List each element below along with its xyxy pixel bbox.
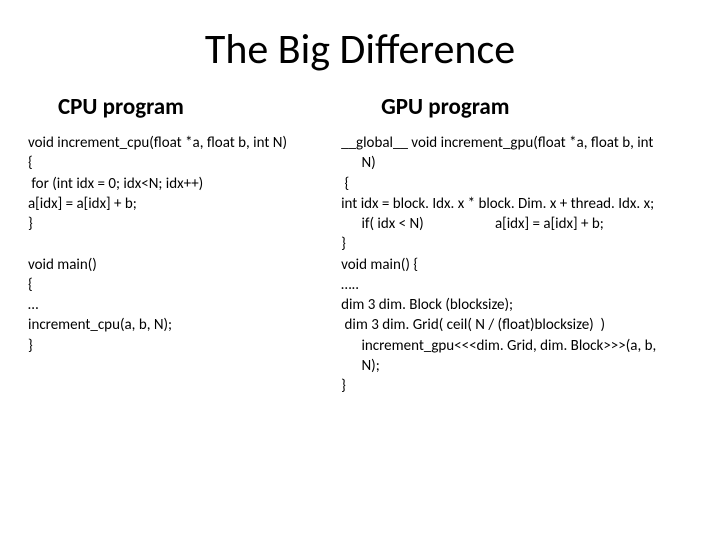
gpu-heading: GPU program [341, 93, 692, 121]
gpu-code: __global__ void increment_gpu(float *a, … [341, 133, 692, 396]
cpu-code: void increment_cpu(float *a, float b, in… [28, 133, 333, 356]
right-column: GPU program __global__ void increment_gp… [341, 93, 692, 396]
slide: The Big Difference CPU program void incr… [0, 0, 720, 540]
cpu-heading: CPU program [28, 93, 333, 121]
slide-title: The Big Difference [28, 24, 692, 75]
columns: CPU program void increment_cpu(float *a,… [28, 93, 692, 396]
left-column: CPU program void increment_cpu(float *a,… [28, 93, 333, 396]
